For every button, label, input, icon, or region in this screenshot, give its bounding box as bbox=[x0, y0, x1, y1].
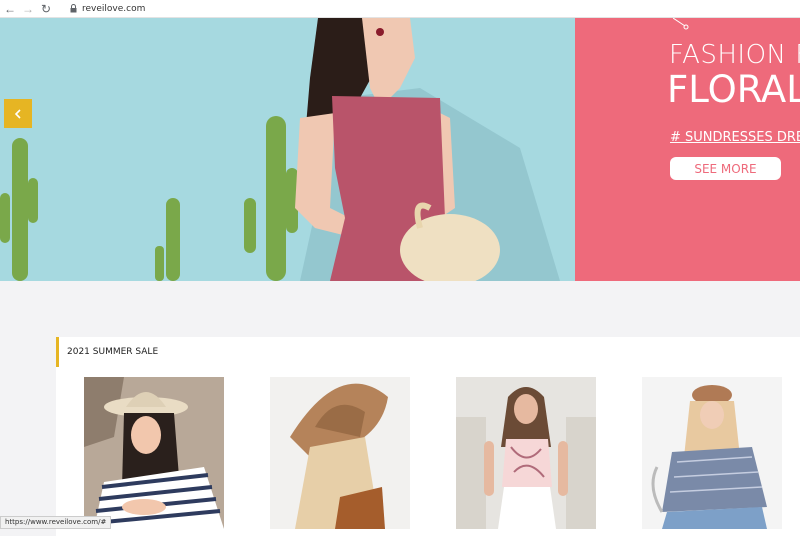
product-card-2[interactable] bbox=[270, 377, 410, 529]
product-card-4[interactable] bbox=[642, 377, 782, 529]
product-card-1[interactable] bbox=[84, 377, 224, 529]
hero-image bbox=[0, 18, 575, 281]
section-header: 2021 SUMMER SALE bbox=[56, 337, 800, 367]
product-card-3[interactable] bbox=[456, 377, 596, 529]
reload-icon[interactable]: ↻ bbox=[38, 1, 54, 17]
browser-toolbar: ← → ↻ reveilove.com bbox=[0, 0, 800, 18]
slider-prev-button[interactable] bbox=[4, 99, 32, 128]
promo-heading: FASHION FI bbox=[669, 40, 800, 70]
promo-subheading: FLORAL F bbox=[667, 68, 800, 111]
hero-banner[interactable]: FASHION FI FLORAL F # SUNDRESSES DRESS S… bbox=[0, 18, 800, 281]
status-url-tooltip: https://www.reveilove.com/# bbox=[0, 516, 112, 529]
back-icon[interactable]: ← bbox=[2, 1, 18, 17]
address-bar[interactable]: reveilove.com bbox=[82, 4, 145, 14]
forward-icon[interactable]: → bbox=[20, 1, 36, 17]
promo-tag-link[interactable]: # SUNDRESSES DRESS bbox=[670, 130, 800, 145]
section-title: 2021 SUMMER SALE bbox=[67, 347, 159, 357]
lock-icon[interactable] bbox=[68, 4, 78, 14]
chevron-left-icon bbox=[14, 108, 21, 119]
section-accent-bar bbox=[56, 337, 59, 367]
see-more-button[interactable]: SEE MORE bbox=[670, 157, 781, 180]
product-list bbox=[56, 367, 800, 536]
promo-panel: FASHION FI FLORAL F # SUNDRESSES DRESS S… bbox=[575, 18, 800, 281]
